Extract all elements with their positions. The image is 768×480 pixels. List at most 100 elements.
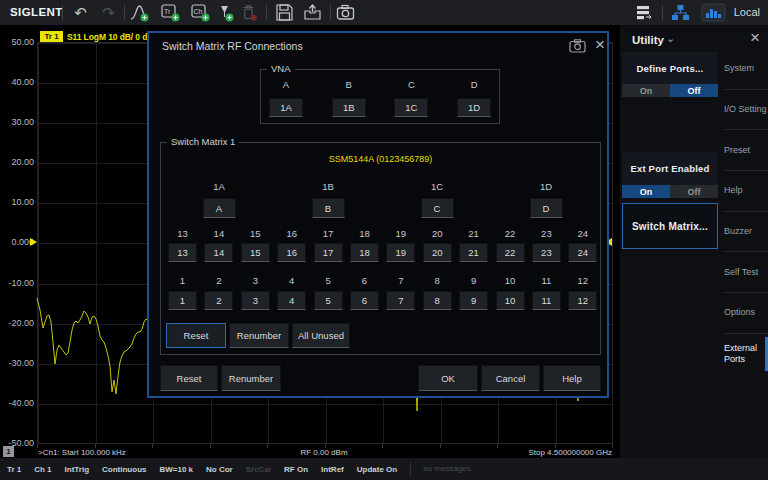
dialog-close-icon[interactable]: ×	[595, 35, 605, 55]
switch-matrix-dialog: Switch Matrix RF Connections × VNA ABCD …	[147, 31, 609, 398]
ext-port-on[interactable]: On	[622, 185, 670, 198]
matrix-port-button[interactable]: C	[421, 198, 454, 218]
vna-port-button[interactable]: 1C	[394, 98, 428, 117]
matrix-channel-button[interactable]: 24	[568, 243, 597, 262]
matrix-port-label: 1D	[530, 181, 563, 192]
status-bar-item[interactable]: Ch 1	[34, 465, 51, 474]
sidebar-close-icon[interactable]: ×	[750, 28, 760, 48]
status-bar-item[interactable]: RF On	[284, 465, 308, 474]
status-bar-item[interactable]: IntTrig	[65, 465, 89, 474]
sidebar-menu-item[interactable]: Self Test	[724, 251, 768, 292]
define-ports-button[interactable]: Define Ports...	[622, 52, 718, 84]
vna-port-label: C	[394, 79, 428, 90]
matrix-channel-button[interactable]: 14	[204, 243, 233, 262]
matrix-all-unused-button[interactable]: All Unused	[292, 323, 350, 348]
undo-icon[interactable]: ↶	[70, 2, 91, 23]
dialog-reset-button[interactable]: Reset	[160, 365, 218, 391]
ext-port-off[interactable]: Off	[670, 185, 718, 198]
matrix-channel-button[interactable]: 9	[459, 291, 488, 310]
vna-group-label: VNA	[267, 63, 295, 74]
matrix-channel-button[interactable]: 16	[277, 243, 306, 262]
channel-badge: 1	[3, 446, 14, 457]
svg-text:Tr: Tr	[164, 8, 171, 15]
vna-port-button[interactable]: 1A	[269, 98, 303, 117]
define-ports-on[interactable]: On	[622, 84, 670, 97]
layout-icon[interactable]	[634, 2, 655, 23]
matrix-channel-button[interactable]: 8	[423, 291, 452, 310]
dialog-cancel-button[interactable]: Cancel	[481, 365, 540, 391]
sidebar-menu-item[interactable]: Preset	[724, 129, 768, 170]
matrix-reset-button[interactable]: Reset	[166, 323, 226, 348]
matrix-channel-button[interactable]: 13	[168, 243, 197, 262]
add-marker-icon[interactable]	[214, 2, 235, 23]
redo-icon[interactable]: ↷	[98, 2, 119, 23]
recall-icon[interactable]	[302, 2, 323, 23]
matrix-channel-label: 22	[496, 228, 525, 239]
matrix-channel-button[interactable]: 4	[277, 291, 306, 310]
vna-port-button[interactable]: 1B	[332, 98, 366, 117]
matrix-port-button[interactable]: B	[312, 198, 345, 218]
dialog-help-button[interactable]: Help	[543, 365, 601, 391]
define-ports-off[interactable]: Off	[670, 84, 718, 97]
matrix-channel-button[interactable]: 11	[532, 291, 561, 310]
sidebar-menu-item[interactable]: I/O Setting	[724, 89, 768, 130]
sidebar-title[interactable]: Utility	[632, 34, 664, 46]
status-bar-item[interactable]: BW=10 k	[159, 465, 193, 474]
new-channel-icon[interactable]: Ch	[190, 2, 211, 23]
dialog-ok-button[interactable]: OK	[418, 365, 478, 391]
matrix-channel-button[interactable]: 19	[386, 243, 415, 262]
status-bar-item[interactable]: No Cor	[206, 465, 233, 474]
matrix-channel-label: 14	[204, 228, 233, 239]
status-bar-item[interactable]: IntRef	[321, 465, 344, 474]
matrix-renumber-button[interactable]: Renumber	[229, 323, 289, 348]
matrix-channel-button[interactable]: 18	[350, 243, 379, 262]
matrix-channel-label: 11	[532, 275, 561, 286]
chevron-down-icon[interactable]: ⌄	[666, 32, 675, 45]
screenshot-icon[interactable]	[335, 2, 356, 23]
matrix-channel-button[interactable]: 1	[168, 291, 197, 310]
matrix-channel-button[interactable]: 20	[423, 243, 452, 262]
matrix-port-button[interactable]: A	[203, 198, 236, 218]
measurement-icon[interactable]	[700, 2, 726, 23]
matrix-channel-button[interactable]: 7	[386, 291, 415, 310]
matrix-channel-button[interactable]: 2	[204, 291, 233, 310]
matrix-channel-button[interactable]: 23	[532, 243, 561, 262]
sidebar-menu-item[interactable]: System	[724, 48, 768, 89]
sidebar-menu-item[interactable]: Help	[724, 170, 768, 211]
sidebar-menu-item[interactable]: Options	[724, 292, 768, 333]
status-bar-item[interactable]: Update On	[357, 465, 397, 474]
add-trace-curve-icon[interactable]	[129, 2, 150, 23]
matrix-channel-label: 3	[241, 275, 270, 286]
status-bar-item[interactable]: Continuous	[102, 465, 146, 474]
dialog-renumber-button[interactable]: Renumber	[221, 365, 281, 391]
status-bar-item[interactable]: no messages	[410, 462, 471, 476]
status-bar-item[interactable]: SrcCal	[246, 465, 271, 474]
vna-port-label: B	[332, 79, 366, 90]
status-bar-item[interactable]: Tr 1	[7, 465, 21, 474]
matrix-channel-button[interactable]: 3	[241, 291, 270, 310]
screen: SIGLENT ↶ ↷ Tr Ch	[0, 0, 768, 480]
matrix-channel-button[interactable]: 17	[314, 243, 343, 262]
matrix-port-button[interactable]: D	[530, 198, 563, 218]
siglent-logo: SIGLENT	[10, 6, 63, 18]
matrix-channel-label: 1	[168, 275, 197, 286]
sidebar-menu: SystemI/O SettingPresetHelpBuzzerSelf Te…	[724, 48, 768, 374]
matrix-channel-label: 17	[314, 228, 343, 239]
matrix-channel-button[interactable]: 22	[496, 243, 525, 262]
sidebar-menu-item[interactable]: Buzzer	[724, 211, 768, 252]
matrix-channel-button[interactable]: 12	[568, 291, 597, 310]
stop-frequency: Stop 4.500000000 GHz	[528, 448, 612, 457]
save-icon[interactable]	[274, 2, 295, 23]
switch-matrix-button[interactable]: Switch Matrix...	[622, 203, 718, 249]
network-icon[interactable]	[670, 2, 691, 23]
sidebar-menu-item[interactable]: External Ports	[724, 333, 768, 374]
matrix-channel-button[interactable]: 10	[496, 291, 525, 310]
matrix-channel-button[interactable]: 6	[350, 291, 379, 310]
vna-port-button[interactable]: 1D	[457, 98, 491, 117]
dialog-screenshot-icon[interactable]	[569, 39, 586, 57]
matrix-channel-label: 7	[386, 275, 415, 286]
new-trace-icon[interactable]: Tr	[160, 2, 181, 23]
matrix-channel-button[interactable]: 21	[459, 243, 488, 262]
matrix-channel-button[interactable]: 5	[314, 291, 343, 310]
matrix-channel-button[interactable]: 15	[241, 243, 270, 262]
